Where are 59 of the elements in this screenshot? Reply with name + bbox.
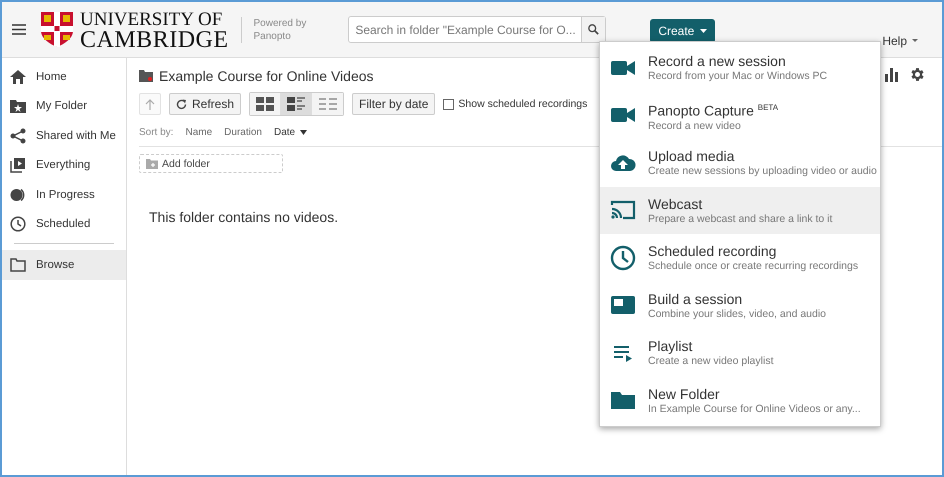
logo-text: CAMBRIDGE — [80, 30, 229, 50]
search-field[interactable]: Search in folder "Example Course for O... — [348, 16, 606, 43]
search-button[interactable] — [581, 17, 606, 42]
menu-item[interactable]: Build a session Combine your slides, video, and audio — [600, 282, 880, 329]
up-arrow-icon — [145, 98, 155, 110]
sort-option[interactable]: Date — [274, 127, 308, 138]
sidebar-item[interactable]: Shared with Me — [2, 121, 126, 150]
half-circle-icon — [10, 186, 26, 203]
folder-icon — [10, 258, 26, 272]
checkbox-label: Show scheduled recordings — [458, 98, 588, 110]
sidebar-item[interactable]: Home — [2, 62, 126, 92]
grid-view-icon — [256, 97, 274, 111]
sidebar-item[interactable]: Browse — [2, 250, 126, 280]
folder-icon — [139, 70, 153, 82]
brand-text: Panopto — [254, 30, 292, 42]
refresh-button[interactable]: Refresh — [169, 93, 242, 115]
menu-icon — [12, 24, 26, 35]
menu-item[interactable]: Panopto Capture $^{BETA}$ Record a new video — [600, 92, 880, 139]
settings-icon[interactable] — [909, 66, 926, 83]
folder-plus-icon — [146, 158, 158, 168]
menu-item[interactable]: Upload media Create new sessions by uploading video or audio — [600, 139, 880, 186]
caret-icon — [300, 130, 308, 135]
empty-message: This folder contains no videos. — [149, 209, 338, 225]
share-icon — [10, 128, 26, 144]
menu-item[interactable]: Scheduled recording Schedule once or create recurring recordings — [600, 234, 880, 282]
sort-option[interactable]: Duration — [224, 127, 262, 138]
menu-item[interactable]: Webcast Prepare a webcast and share a link to it — [600, 186, 880, 234]
sidebar-item[interactable]: Scheduled — [2, 210, 126, 239]
refresh-icon — [176, 98, 187, 110]
view-toggle[interactable] — [312, 93, 344, 115]
video-library-icon — [10, 157, 26, 174]
sort-label: Sort by: — [139, 127, 174, 138]
add-folder-button[interactable]: Add folder — [139, 154, 283, 173]
clock-icon — [610, 244, 636, 271]
search-icon — [588, 23, 600, 36]
sort-option[interactable]: Name — [185, 127, 212, 138]
logo-text: UNIVERSITY OF — [80, 10, 224, 30]
sidebar-item[interactable]: Everything — [2, 150, 126, 180]
view-toggle[interactable] — [250, 93, 282, 115]
home-icon — [10, 68, 26, 85]
list-view-icon — [318, 98, 337, 110]
powered-by-text: Powered by — [254, 16, 306, 30]
filter-button[interactable]: Filter by date — [352, 93, 436, 115]
caret-icon — [912, 39, 918, 42]
detail-view-icon — [287, 97, 306, 111]
bar-chart-icon[interactable] — [885, 68, 899, 82]
checkbox[interactable] — [443, 98, 454, 110]
clock-icon — [10, 216, 26, 232]
caret-icon — [700, 29, 708, 33]
menu-item[interactable]: Playlist Create a new video playlist — [600, 329, 880, 376]
folder-title: Example Course for Online Videos — [159, 68, 374, 84]
crest-icon — [40, 11, 74, 48]
menu-item[interactable]: New Folder In Example Course for Online Videos or any... — [600, 376, 880, 424]
sidebar-item[interactable]: In Progress — [2, 180, 126, 210]
create-button[interactable]: Create — [650, 19, 716, 43]
menu-button[interactable] — [10, 22, 28, 37]
sidebar-item[interactable]: My Folder — [2, 92, 126, 121]
view-toggle[interactable] — [281, 93, 312, 115]
star-folder-icon — [10, 98, 26, 114]
